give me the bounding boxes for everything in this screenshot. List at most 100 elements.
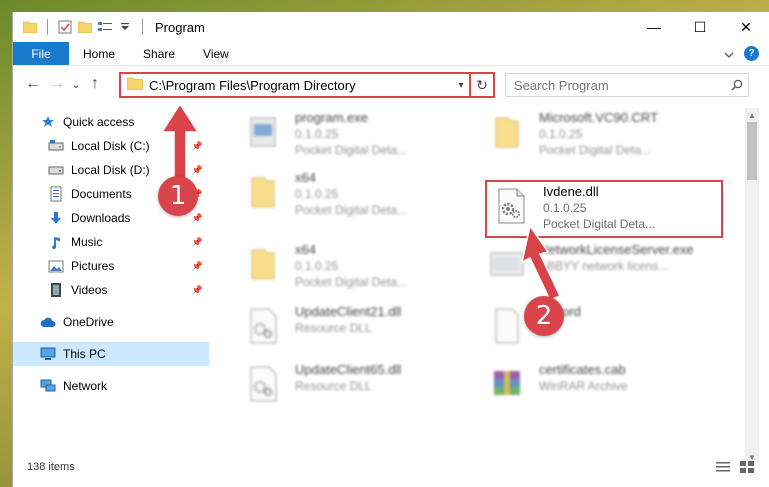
file-company: Pocket Digital Deta... <box>543 217 656 231</box>
file-name: UpdateClient21.dll <box>295 304 402 319</box>
file-name: NetworkLicenseServer.exe <box>539 242 694 257</box>
file-name: x64 <box>295 242 316 257</box>
sidebar-item-label: Local Disk (C:) <box>71 139 150 153</box>
large-icons-view-icon[interactable] <box>739 460 755 474</box>
file-company: Pocket Digital Deta... <box>295 275 408 289</box>
ribbon-tabs: File Home Share View ? <box>13 42 769 66</box>
file-company: Pocket Digital Deta... <box>295 203 408 217</box>
pin-icon: 📌 <box>191 212 203 223</box>
file-name: program.exe <box>295 110 368 125</box>
customize-toolbar-icon[interactable] <box>116 18 134 36</box>
sidebar-item-this-pc[interactable]: This PC <box>13 342 209 366</box>
folder-icon <box>126 77 144 93</box>
file-version: 0.1.0.25 <box>295 187 339 201</box>
tab-home[interactable]: Home <box>69 42 129 65</box>
sidebar-item-label: OneDrive <box>63 315 114 329</box>
file-item[interactable]: UpdateClient65.dll Resource DLL <box>239 360 479 416</box>
drive-icon <box>47 137 65 155</box>
sidebar-item-network[interactable]: Network <box>13 374 209 398</box>
folder-icon <box>239 240 287 288</box>
tab-view[interactable]: View <box>189 42 243 65</box>
step-2-badge: 2 <box>524 296 564 336</box>
navigation-bar: ← → ⌄ ↑ C:\Program Files\Program Directo… <box>13 68 769 100</box>
file-item-highlighted[interactable]: Ivdene.dll 0.1.0.25 Pocket Digital Deta.… <box>485 180 723 238</box>
sidebar-item-label: Videos <box>71 283 108 297</box>
view-switcher <box>715 460 755 474</box>
sidebar-item-label: Downloads <box>71 211 131 225</box>
search-box[interactable]: Search Program <box>505 73 749 97</box>
help-button[interactable]: ? <box>744 46 759 61</box>
file-version: 0.1.0.25 <box>295 127 339 141</box>
documents-icon <box>47 185 65 203</box>
scrollbar-thumb[interactable] <box>747 122 757 180</box>
file-item[interactable]: Record File <box>483 302 723 358</box>
details-view-icon[interactable] <box>715 460 731 474</box>
sidebar-item-label: Music <box>71 235 103 249</box>
new-folder-icon[interactable] <box>76 18 94 36</box>
sidebar-item-label: Local Disk (D:) <box>71 163 150 177</box>
sidebar-item-label: Documents <box>71 187 132 201</box>
view-options-icon[interactable] <box>96 18 114 36</box>
address-bar[interactable]: C:\Program Files\Program Directory ▾ ↻ <box>119 72 495 98</box>
tab-share[interactable]: Share <box>129 42 189 65</box>
file-version: 0.1.0.25 <box>543 201 587 215</box>
minimize-button[interactable]: — <box>631 12 677 42</box>
folder-icon <box>239 168 287 216</box>
navigation-pane: Quick access Local Disk (C:) 📌 Local Dis… <box>13 110 209 460</box>
pin-icon: 📌 <box>191 284 203 295</box>
network-icon <box>39 377 57 395</box>
folder-icon <box>483 108 531 156</box>
search-icon[interactable] <box>726 79 748 91</box>
toolbar-separator <box>47 19 48 35</box>
cloud-icon <box>39 313 57 331</box>
refresh-button[interactable]: ↻ <box>469 74 493 96</box>
window-title: Program <box>155 19 205 35</box>
recent-locations-dropdown[interactable]: ⌄ <box>69 72 83 96</box>
computer-icon <box>39 345 57 363</box>
close-button[interactable]: ✕ <box>723 12 769 42</box>
properties-icon[interactable] <box>56 18 74 36</box>
file-item[interactable]: certificates.cab WinRAR Archive <box>483 360 723 416</box>
file-name: certificates.cab <box>539 362 626 377</box>
sidebar-item-label: Network <box>63 379 108 393</box>
file-item[interactable]: program.exe 0.1.0.25 Pocket Digital Deta… <box>239 108 479 164</box>
file-list: program.exe 0.1.0.25 Pocket Digital Deta… <box>221 106 741 458</box>
file-item[interactable]: x64 0.1.0.25 Pocket Digital Deta... <box>239 240 479 296</box>
up-button[interactable]: ↑ <box>83 72 107 96</box>
pin-icon: 📌 <box>191 140 203 151</box>
sidebar-item-pictures[interactable]: Pictures 📌 <box>13 254 209 278</box>
maximize-button[interactable]: ☐ <box>677 12 723 42</box>
videos-icon <box>47 281 65 299</box>
sidebar-item-music[interactable]: Music 📌 <box>13 230 209 254</box>
file-item[interactable]: Microsoft.VC90.CRT 0.1.0.25 Pocket Digit… <box>483 108 723 164</box>
dll-gear-icon <box>487 182 535 230</box>
pin-icon: 📌 <box>191 236 203 247</box>
search-input[interactable]: Search Program <box>514 78 726 93</box>
sidebar-item-quick-access[interactable]: Quick access <box>13 110 209 134</box>
drive-icon <box>47 161 65 179</box>
back-button[interactable]: ← <box>21 72 45 96</box>
file-item[interactable]: UpdateClient21.dll Resource DLL <box>239 302 479 358</box>
address-history-dropdown[interactable]: ▾ <box>453 80 469 91</box>
sidebar-item-label: Pictures <box>71 259 115 273</box>
forward-button[interactable]: → <box>45 72 69 96</box>
file-item[interactable]: NetworkLicenseServer.exe ABBYY network l… <box>483 240 723 296</box>
quick-access-toolbar: Program <box>13 18 205 36</box>
step-1-badge: 1 <box>158 176 198 216</box>
exe-icon <box>239 108 287 156</box>
pictures-icon <box>47 257 65 275</box>
sidebar-item-videos[interactable]: Videos 📌 <box>13 278 209 302</box>
vertical-scrollbar[interactable]: ▲ ▼ <box>745 108 759 464</box>
file-description: ABBYY network licens... <box>539 259 669 273</box>
tab-file[interactable]: File <box>13 42 69 65</box>
address-path[interactable]: C:\Program Files\Program Directory <box>149 78 453 93</box>
scroll-up-icon[interactable]: ▲ <box>745 108 759 122</box>
file-name: Ivdene.dll <box>543 184 599 199</box>
downloads-icon <box>47 209 65 227</box>
file-item[interactable]: x64 0.1.0.25 Pocket Digital Deta... <box>239 168 479 224</box>
chevron-down-icon[interactable] <box>724 47 734 61</box>
sidebar-item-onedrive[interactable]: OneDrive <box>13 310 209 334</box>
sidebar-item-local-disk-c[interactable]: Local Disk (C:) 📌 <box>13 134 209 158</box>
folder-icon[interactable] <box>21 18 39 36</box>
file-explorer-window: Program — ☐ ✕ File Home Share View ? ← →… <box>12 12 769 487</box>
